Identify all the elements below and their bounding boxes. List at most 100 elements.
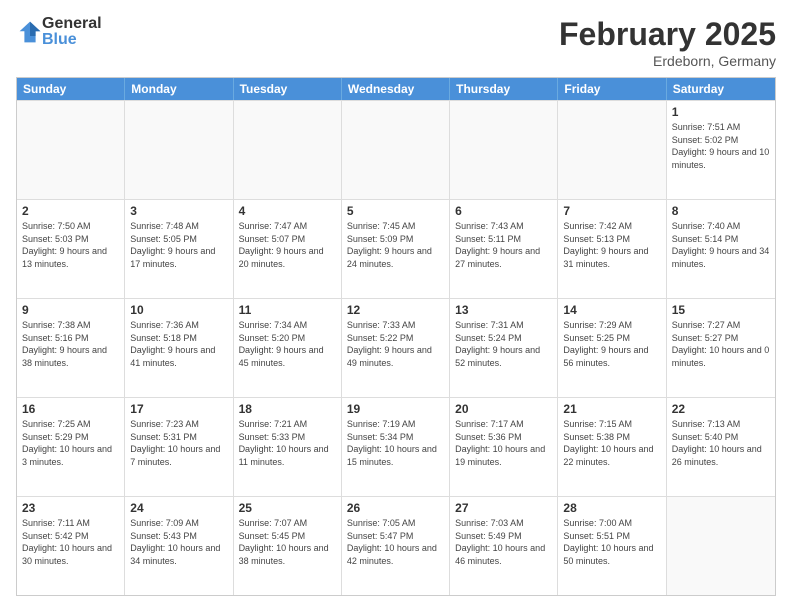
day-number: 7 — [563, 204, 660, 218]
day-info: Sunrise: 7:40 AM Sunset: 5:14 PM Dayligh… — [672, 220, 770, 270]
calendar-cell: 21Sunrise: 7:15 AM Sunset: 5:38 PM Dayli… — [558, 398, 666, 496]
day-info: Sunrise: 7:09 AM Sunset: 5:43 PM Dayligh… — [130, 517, 227, 567]
calendar-cell: 23Sunrise: 7:11 AM Sunset: 5:42 PM Dayli… — [17, 497, 125, 595]
day-number: 18 — [239, 402, 336, 416]
day-number: 14 — [563, 303, 660, 317]
calendar-cell — [234, 101, 342, 199]
logo-general: General — [42, 16, 102, 32]
calendar-cell: 4Sunrise: 7:47 AM Sunset: 5:07 PM Daylig… — [234, 200, 342, 298]
day-number: 1 — [672, 105, 770, 119]
calendar-cell: 17 Sunrise: 7:23 AM Sunset: 5:31 PM Dayli… — [125, 398, 233, 496]
day-info: Sunrise: 7:38 AM Sunset: 5:16 PM Dayligh… — [22, 319, 119, 369]
day-number: 20 — [455, 402, 552, 416]
calendar-week-row: 9 Sunrise: 7:38 AM Sunset: 5:16 PM Daylig… — [17, 298, 775, 397]
day-number: 11 — [239, 303, 336, 317]
header-day: Sunday — [17, 78, 125, 100]
calendar-week-row: 1 Sunrise: 7:51 AM Sunset: 5:02 PM Daylig… — [17, 100, 775, 199]
calendar-cell: 9 Sunrise: 7:38 AM Sunset: 5:16 PM Daylig… — [17, 299, 125, 397]
day-info: Sunrise: 7:05 AM Sunset: 5:47 PM Dayligh… — [347, 517, 444, 567]
calendar-cell: 19 Sunrise: 7:19 AM Sunset: 5:34 PM Dayli… — [342, 398, 450, 496]
calendar-cell — [342, 101, 450, 199]
day-info: Sunrise: 7:07 AM Sunset: 5:45 PM Dayligh… — [239, 517, 336, 567]
calendar-cell: 8 Sunrise: 7:40 AM Sunset: 5:14 PM Daylig… — [667, 200, 775, 298]
day-info: Sunrise: 7:25 AM Sunset: 5:29 PM Dayligh… — [22, 418, 119, 468]
day-info: Sunrise: 7:45 AM Sunset: 5:09 PM Dayligh… — [347, 220, 444, 270]
calendar-cell: 13 Sunrise: 7:31 AM Sunset: 5:24 PM Dayli… — [450, 299, 558, 397]
day-info: Sunrise: 7:15 AM Sunset: 5:38 PM Dayligh… — [563, 418, 660, 468]
day-number: 19 — [347, 402, 444, 416]
calendar-cell: 20 Sunrise: 7:17 AM Sunset: 5:36 PM Dayli… — [450, 398, 558, 496]
day-number: 24 — [130, 501, 227, 515]
day-number: 22 — [672, 402, 770, 416]
day-info: Sunrise: 7:29 AM Sunset: 5:25 PM Dayligh… — [563, 319, 660, 369]
calendar-cell: 2 Sunrise: 7:50 AM Sunset: 5:03 PM Daylig… — [17, 200, 125, 298]
day-info: Sunrise: 7:27 AM Sunset: 5:27 PM Dayligh… — [672, 319, 770, 369]
calendar-cell — [125, 101, 233, 199]
day-info: Sunrise: 7:17 AM Sunset: 5:36 PM Dayligh… — [455, 418, 552, 468]
day-info: Sunrise: 7:31 AM Sunset: 5:24 PM Dayligh… — [455, 319, 552, 369]
calendar: SundayMondayTuesdayWednesdayThursdayFrid… — [16, 77, 776, 596]
day-number: 26 — [347, 501, 444, 515]
logo-icon — [18, 20, 42, 44]
calendar-header: SundayMondayTuesdayWednesdayThursdayFrid… — [17, 78, 775, 100]
header-day: Thursday — [450, 78, 558, 100]
day-number: 28 — [563, 501, 660, 515]
logo: General Blue — [16, 16, 102, 48]
day-info: Sunrise: 7:21 AM Sunset: 5:33 PM Dayligh… — [239, 418, 336, 468]
location: Erdeborn, Germany — [559, 53, 776, 69]
day-info: Sunrise: 7:33 AM Sunset: 5:22 PM Dayligh… — [347, 319, 444, 369]
header-day: Monday — [125, 78, 233, 100]
calendar-cell: 27 Sunrise: 7:03 AM Sunset: 5:49 PM Dayli… — [450, 497, 558, 595]
calendar-cell: 3 Sunrise: 7:48 AM Sunset: 5:05 PM Daylig… — [125, 200, 233, 298]
day-number: 8 — [672, 204, 770, 218]
calendar-cell: 10Sunrise: 7:36 AM Sunset: 5:18 PM Dayli… — [125, 299, 233, 397]
day-info: Sunrise: 7:36 AM Sunset: 5:18 PM Dayligh… — [130, 319, 227, 369]
title-block: February 2025 Erdeborn, Germany — [559, 16, 776, 69]
day-number: 5 — [347, 204, 444, 218]
calendar-cell: 12Sunrise: 7:33 AM Sunset: 5:22 PM Dayli… — [342, 299, 450, 397]
calendar-cell: 26 Sunrise: 7:05 AM Sunset: 5:47 PM Dayli… — [342, 497, 450, 595]
day-number: 9 — [22, 303, 119, 317]
day-info: Sunrise: 7:03 AM Sunset: 5:49 PM Dayligh… — [455, 517, 552, 567]
day-info: Sunrise: 7:34 AM Sunset: 5:20 PM Dayligh… — [239, 319, 336, 369]
day-info: Sunrise: 7:42 AM Sunset: 5:13 PM Dayligh… — [563, 220, 660, 270]
day-info: Sunrise: 7:48 AM Sunset: 5:05 PM Dayligh… — [130, 220, 227, 270]
day-number: 3 — [130, 204, 227, 218]
day-number: 13 — [455, 303, 552, 317]
header-day: Friday — [558, 78, 666, 100]
day-info: Sunrise: 7:00 AM Sunset: 5:51 PM Dayligh… — [563, 517, 660, 567]
calendar-cell: 25Sunrise: 7:07 AM Sunset: 5:45 PM Dayli… — [234, 497, 342, 595]
day-info: Sunrise: 7:47 AM Sunset: 5:07 PM Dayligh… — [239, 220, 336, 270]
calendar-cell: 15 Sunrise: 7:27 AM Sunset: 5:27 PM Dayli… — [667, 299, 775, 397]
calendar-cell: 22 Sunrise: 7:13 AM Sunset: 5:40 PM Dayli… — [667, 398, 775, 496]
day-info: Sunrise: 7:19 AM Sunset: 5:34 PM Dayligh… — [347, 418, 444, 468]
day-number: 16 — [22, 402, 119, 416]
page: General Blue February 2025 Erdeborn, Ger… — [0, 0, 792, 612]
calendar-week-row: 23Sunrise: 7:11 AM Sunset: 5:42 PM Dayli… — [17, 496, 775, 595]
day-info: Sunrise: 7:23 AM Sunset: 5:31 PM Dayligh… — [130, 418, 227, 468]
calendar-cell: 1 Sunrise: 7:51 AM Sunset: 5:02 PM Daylig… — [667, 101, 775, 199]
calendar-cell: 14 Sunrise: 7:29 AM Sunset: 5:25 PM Dayli… — [558, 299, 666, 397]
day-number: 27 — [455, 501, 552, 515]
calendar-cell: 7 Sunrise: 7:42 AM Sunset: 5:13 PM Daylig… — [558, 200, 666, 298]
day-info: Sunrise: 7:50 AM Sunset: 5:03 PM Dayligh… — [22, 220, 119, 270]
header-day: Saturday — [667, 78, 775, 100]
calendar-week-row: 2 Sunrise: 7:50 AM Sunset: 5:03 PM Daylig… — [17, 199, 775, 298]
calendar-cell: 5 Sunrise: 7:45 AM Sunset: 5:09 PM Daylig… — [342, 200, 450, 298]
day-number: 15 — [672, 303, 770, 317]
calendar-body: 1 Sunrise: 7:51 AM Sunset: 5:02 PM Daylig… — [17, 100, 775, 595]
day-info: Sunrise: 7:51 AM Sunset: 5:02 PM Dayligh… — [672, 121, 770, 171]
day-info: Sunrise: 7:13 AM Sunset: 5:40 PM Dayligh… — [672, 418, 770, 468]
month-title: February 2025 — [559, 16, 776, 53]
day-number: 17 — [130, 402, 227, 416]
calendar-cell: 6Sunrise: 7:43 AM Sunset: 5:11 PM Daylig… — [450, 200, 558, 298]
calendar-cell: 18 Sunrise: 7:21 AM Sunset: 5:33 PM Dayli… — [234, 398, 342, 496]
day-info: Sunrise: 7:11 AM Sunset: 5:42 PM Dayligh… — [22, 517, 119, 567]
header: General Blue February 2025 Erdeborn, Ger… — [16, 16, 776, 69]
day-number: 6 — [455, 204, 552, 218]
header-day: Wednesday — [342, 78, 450, 100]
calendar-cell — [17, 101, 125, 199]
calendar-cell: 24 Sunrise: 7:09 AM Sunset: 5:43 PM Dayli… — [125, 497, 233, 595]
calendar-cell — [667, 497, 775, 595]
day-number: 2 — [22, 204, 119, 218]
